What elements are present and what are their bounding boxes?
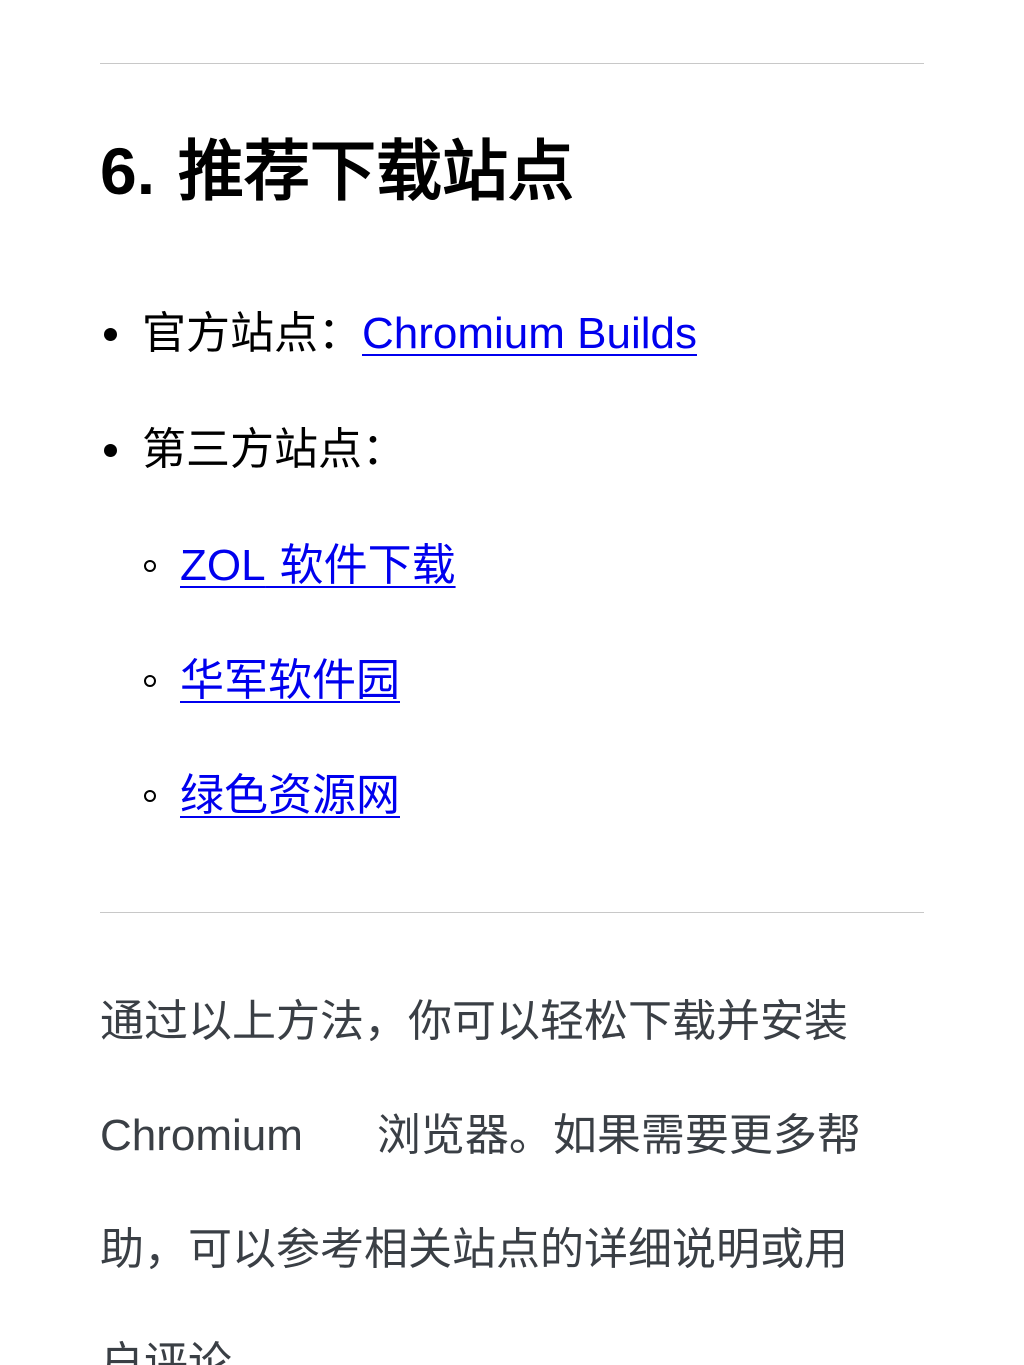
section-title: 推荐下载站点 [178, 132, 575, 210]
lvse-link[interactable]: 绿色资源网 [180, 770, 400, 821]
conclusion-paragraph: 通过以上方法，你可以轻松下载并安装 Chromium 浏览器。如果需要更多帮 助，… [100, 965, 924, 1365]
bullet-circle-icon [144, 790, 156, 802]
conclusion-line-3: 助，可以参考相关站点的详细说明或用 [100, 1224, 848, 1275]
conclusion-line-1: 通过以上方法，你可以轻松下载并安装 [100, 996, 848, 1047]
list-item-official: 官方站点：Chromium Builds [142, 304, 697, 364]
chromium-builds-link[interactable]: Chromium Builds [362, 309, 697, 358]
bullet-circle-icon [144, 675, 156, 687]
sublist-item-zol: ZOL 软件下载 [180, 536, 456, 596]
huajun-link[interactable]: 华军软件园 [180, 655, 400, 706]
official-label: 官方站点： [142, 308, 362, 359]
bullet-circle-icon [144, 560, 156, 572]
sublist-item-lvse: 绿色资源网 [180, 766, 400, 826]
top-divider [100, 63, 924, 64]
section-number: 6. [100, 134, 156, 208]
zol-download-link[interactable]: ZOL 软件下载 [180, 540, 456, 591]
conclusion-line-2: 浏览器。如果需要更多帮 [376, 1110, 861, 1161]
bullet-disc-icon [104, 328, 117, 341]
middle-divider [100, 912, 924, 913]
article-page: 6. 推荐下载站点 官方站点：Chromium Builds 第三方站点： ZO… [0, 0, 1024, 1365]
list-item-third-party: 第三方站点： [142, 420, 406, 480]
conclusion-chromium-word: Chromium [100, 1111, 303, 1160]
third-party-label: 第三方站点： [142, 424, 406, 475]
sublist-item-huajun: 华军软件园 [180, 651, 400, 711]
conclusion-line-4: 户评论。 [100, 1338, 276, 1365]
section-heading: 6. 推荐下载站点 [100, 128, 574, 214]
bullet-disc-icon [104, 444, 117, 457]
